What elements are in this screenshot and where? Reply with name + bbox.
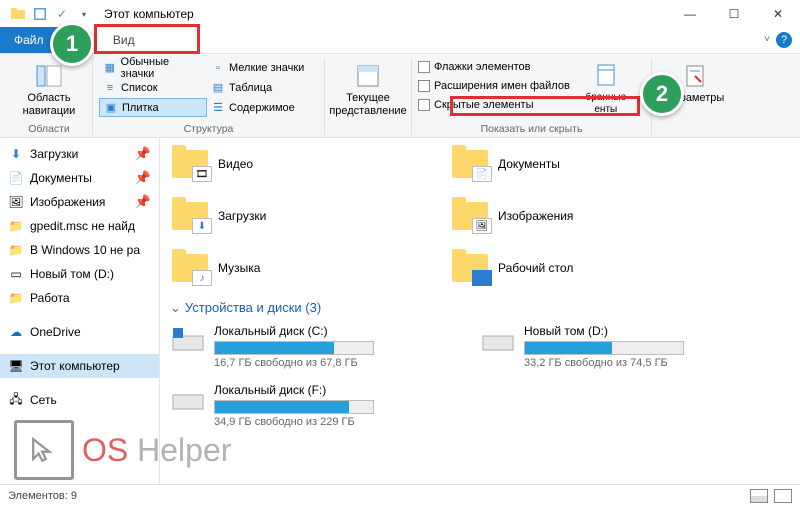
- status-bar: Элементов: 9: [0, 484, 800, 506]
- nav-documents[interactable]: 📄Документы📌: [0, 166, 159, 190]
- drive-icon: [170, 324, 206, 360]
- nav-pictures[interactable]: 🖼Изображения📌: [0, 190, 159, 214]
- ribbon-group-areas: Область навигации Области: [6, 58, 93, 135]
- qat-dropdown-icon[interactable]: ▾: [76, 6, 92, 22]
- annotation-box-1: [94, 24, 200, 54]
- help-icon[interactable]: ?: [776, 32, 792, 48]
- folder-icon: [10, 6, 26, 22]
- view-large-button[interactable]: [774, 489, 792, 503]
- nav-network[interactable]: 🖧Сеть: [0, 388, 159, 412]
- nav-this-pc[interactable]: 🖥Этот компьютер: [0, 354, 159, 378]
- folder-video[interactable]: 🎞Видео: [170, 144, 370, 184]
- cursor-icon: [14, 420, 74, 480]
- nav-work[interactable]: 📁Работа: [0, 286, 159, 310]
- layout-list[interactable]: ≡Список: [99, 78, 207, 97]
- layout-content[interactable]: ☰Содержимое: [207, 98, 315, 117]
- navigation-pane-button[interactable]: Область навигации: [12, 58, 86, 119]
- nav-downloads[interactable]: ⬇Загрузки📌: [0, 142, 159, 166]
- minimize-button[interactable]: —: [668, 0, 712, 28]
- drive-d[interactable]: Новый том (D:) 33,2 ГБ свободно из 74,5 …: [480, 324, 730, 369]
- nav-win10[interactable]: 📁В Windows 10 не ра: [0, 238, 159, 262]
- status-count: Элементов: 9: [8, 490, 77, 502]
- annotation-box-2: [450, 96, 640, 116]
- maximize-button[interactable]: ☐: [712, 0, 756, 28]
- folder-desktop[interactable]: Рабочий стол: [450, 248, 650, 288]
- window-title: Этот компьютер: [104, 7, 194, 21]
- view-details-button[interactable]: [750, 489, 768, 503]
- folder-music[interactable]: ♪Музыка: [170, 248, 370, 288]
- layout-regular-icons[interactable]: ▦Обычные значки: [99, 58, 207, 77]
- nav-gpedit[interactable]: 📁gpedit.msc не найд: [0, 214, 159, 238]
- folder-documents[interactable]: 📄Документы: [450, 144, 650, 184]
- folder-downloads[interactable]: ⬇Загрузки: [170, 196, 370, 236]
- content-area: 🎞Видео 📄Документы ⬇Загрузки 🖼Изображения…: [160, 138, 800, 484]
- drive-c[interactable]: Локальный диск (C:) 16,7 ГБ свободно из …: [170, 324, 420, 369]
- devices-header[interactable]: ⌄Устройства и диски (3): [170, 300, 790, 316]
- pin-icon: 📌: [135, 194, 151, 210]
- checkbox-file-extensions[interactable]: Расширения имен файлов: [418, 77, 570, 95]
- chevron-down-icon: ⌄: [170, 300, 181, 315]
- properties-icon[interactable]: [32, 6, 48, 22]
- watermark-logo: OS Helper: [14, 420, 231, 480]
- drive-icon: [480, 324, 516, 360]
- layout-small-icons[interactable]: ▫Мелкие значки: [207, 58, 315, 77]
- nav-newvol[interactable]: ▭Новый том (D:): [0, 262, 159, 286]
- pin-icon: 📌: [135, 146, 151, 162]
- current-view-button[interactable]: Текущее представление: [331, 58, 405, 119]
- nav-onedrive[interactable]: ☁OneDrive: [0, 320, 159, 344]
- layout-table[interactable]: ▤Таблица: [207, 78, 315, 97]
- ribbon-group-current-view: Текущее представление: [325, 58, 412, 135]
- pin-icon: 📌: [135, 170, 151, 186]
- folder-pictures[interactable]: 🖼Изображения: [450, 196, 650, 236]
- collapse-ribbon-icon[interactable]: ˅: [764, 34, 770, 45]
- close-button[interactable]: ✕: [756, 0, 800, 28]
- file-tab[interactable]: Файл: [0, 27, 58, 53]
- logo-text: OS Helper: [82, 432, 231, 469]
- callout-2: 2: [640, 72, 684, 116]
- checkbox-item-flags[interactable]: Флажки элементов: [418, 58, 570, 76]
- layout-tiles[interactable]: ▣Плитка: [99, 98, 207, 117]
- check-icon[interactable]: ✓: [54, 6, 70, 22]
- drive-icon: [170, 383, 206, 419]
- callout-1: 1: [50, 22, 94, 66]
- ribbon-group-layout: ▦Обычные значки ▫Мелкие значки ≡Список ▤…: [93, 58, 325, 135]
